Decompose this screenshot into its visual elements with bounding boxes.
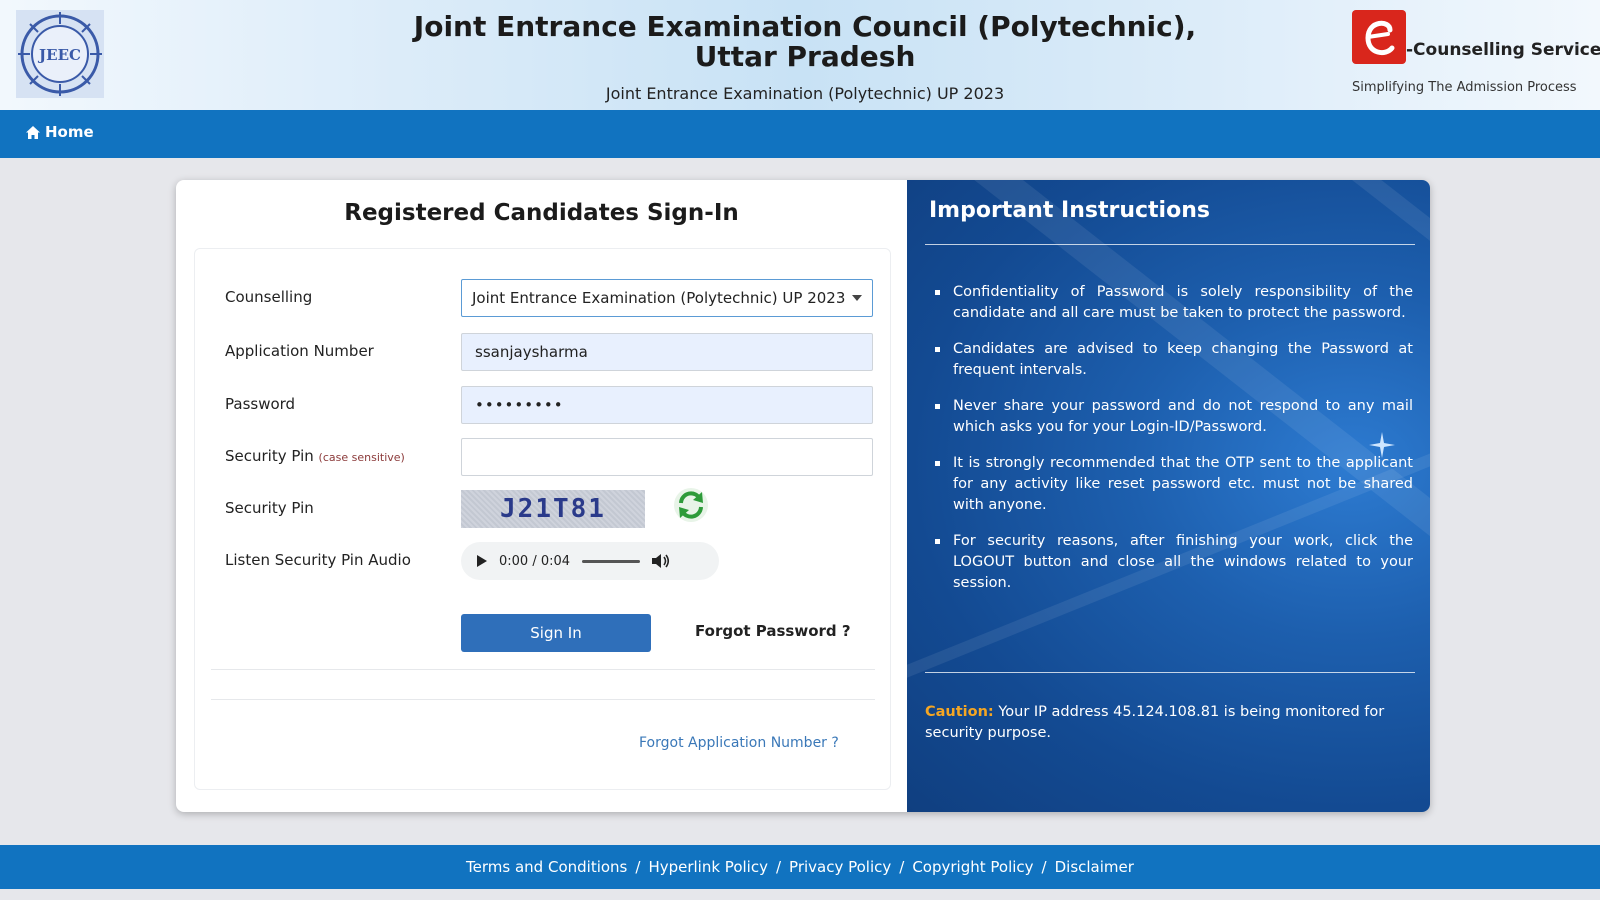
page-header: JEEC Joint Entrance Examination Council … — [0, 0, 1600, 110]
footer-link-terms[interactable]: Terms and Conditions — [466, 858, 627, 876]
instructions-title: Important Instructions — [929, 198, 1210, 223]
caution-notice: Caution: Your IP address 45.124.108.81 i… — [925, 702, 1419, 744]
volume-icon[interactable] — [652, 553, 670, 569]
e-counselling-logo-icon — [1352, 10, 1406, 64]
footer-link-disclaimer[interactable]: Disclaimer — [1055, 858, 1134, 876]
counselling-select[interactable]: Joint Entrance Examination (Polytechnic)… — [461, 279, 873, 317]
footer-separator: / — [1041, 858, 1047, 876]
signin-form: Counselling Joint Entrance Examination (… — [194, 248, 891, 790]
brand-name: -Counselling Services — [1406, 40, 1600, 60]
signin-panel: Registered Candidates Sign-In Counsellin… — [176, 180, 907, 812]
captcha-label: Security Pin — [225, 499, 314, 517]
audio-progress-track[interactable] — [582, 559, 641, 563]
page-title: Joint Entrance Examination Council (Poly… — [413, 10, 1197, 73]
forgot-application-number-link[interactable]: Forgot Application Number ? — [639, 735, 839, 751]
instructions-panel: Important Instructions Confidentiality o… — [907, 180, 1430, 812]
audio-label: Listen Security Pin Audio — [225, 551, 411, 569]
security-pin-label: Security Pin (case sensitive) — [225, 447, 405, 465]
caution-divider — [925, 672, 1415, 673]
signin-button[interactable]: Sign In — [461, 614, 651, 652]
footer-separator: / — [899, 858, 905, 876]
case-sensitive-note: (case sensitive) — [318, 451, 405, 464]
security-pin-label-text: Security Pin — [225, 447, 314, 465]
security-pin-audio-player: 0:00 / 0:04 — [461, 542, 719, 580]
form-divider — [211, 699, 875, 700]
instructions-list: Confidentiality of Password is solely re… — [933, 282, 1413, 609]
navbar: Home — [0, 110, 1600, 158]
page-subtitle: Joint Entrance Examination (Polytechnic)… — [605, 84, 1005, 103]
security-pin-input[interactable] — [461, 438, 873, 476]
counselling-selected-value: Joint Entrance Examination (Polytechnic)… — [472, 289, 846, 307]
list-item: It is strongly recommended that the OTP … — [933, 453, 1413, 516]
nav-home-label: Home — [45, 123, 94, 141]
jeec-logo: JEEC — [16, 10, 104, 98]
brand-tagline: Simplifying The Admission Process — [1352, 80, 1577, 95]
counselling-label: Counselling — [225, 288, 313, 306]
list-item: For security reasons, after finishing yo… — [933, 531, 1413, 594]
list-item: Candidates are advised to keep changing … — [933, 339, 1413, 381]
audio-time: 0:00 / 0:04 — [499, 553, 571, 569]
chevron-down-icon — [852, 295, 862, 301]
caution-label: Caution: — [925, 704, 994, 720]
footer-separator: / — [775, 858, 782, 876]
refresh-icon[interactable] — [673, 487, 709, 523]
forgot-password-link[interactable]: Forgot Password ? — [695, 622, 851, 640]
page-footer: Terms and Conditions / Hyperlink Policy … — [0, 845, 1600, 889]
application-number-input[interactable] — [461, 333, 873, 371]
instructions-divider — [925, 244, 1415, 245]
list-item: Confidentiality of Password is solely re… — [933, 282, 1413, 324]
play-icon[interactable] — [477, 555, 487, 567]
footer-separator: / — [635, 858, 641, 876]
caution-text: Your IP address 45.124.108.81 is being m… — [925, 704, 1385, 741]
e-counselling-brand: -Counselling Services Simplifying The Ad… — [1352, 10, 1600, 100]
list-item: Never share your password and do not res… — [933, 396, 1413, 438]
home-icon — [26, 125, 40, 139]
nav-home-link[interactable]: Home — [26, 123, 94, 141]
application-number-label: Application Number — [225, 342, 374, 360]
footer-link-copyright-policy[interactable]: Copyright Policy — [912, 858, 1033, 876]
footer-link-privacy-policy[interactable]: Privacy Policy — [789, 858, 891, 876]
svg-text:JEEC: JEEC — [37, 46, 81, 64]
password-label: Password — [225, 395, 296, 413]
form-divider — [211, 669, 875, 670]
signin-title: Registered Candidates Sign-In — [344, 200, 739, 226]
signin-card: Registered Candidates Sign-In Counsellin… — [176, 180, 1430, 812]
captcha-image: J21T81 — [461, 490, 645, 528]
password-input[interactable]: ••••••••• — [461, 386, 873, 424]
footer-link-hyperlink-policy[interactable]: Hyperlink Policy — [648, 858, 768, 876]
